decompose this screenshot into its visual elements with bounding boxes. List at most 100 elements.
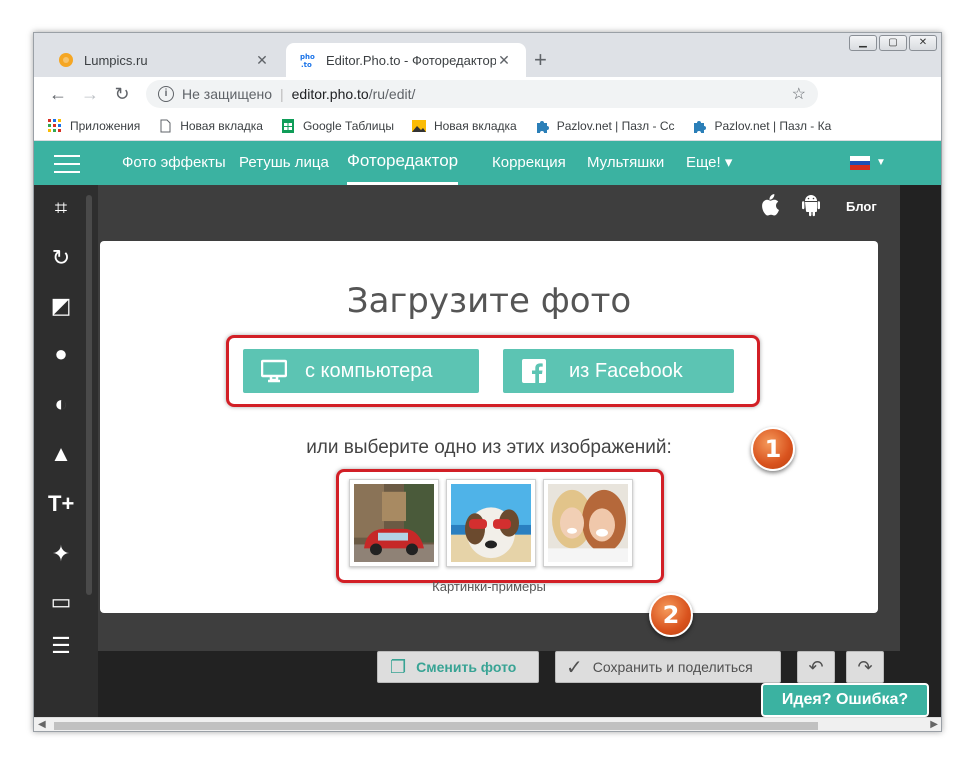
upload-from-facebook-label: из Facebook — [569, 359, 683, 382]
contrast-icon[interactable]: ◐ — [48, 391, 74, 417]
redo-icon[interactable]: ↷ — [846, 651, 884, 683]
photos-icon: ❐ — [390, 656, 407, 677]
two-women-photo — [548, 484, 628, 562]
security-label: Не защищено — [182, 86, 272, 102]
chevron-down-icon[interactable]: ▼ — [876, 141, 886, 185]
exposure-icon[interactable]: ◩ — [48, 293, 74, 319]
bookmark-google-sheets[interactable]: Google Таблицы — [281, 118, 394, 133]
hamburger-menu-icon[interactable] — [54, 155, 80, 173]
bookmark-pazlov-2[interactable]: Pazlov.net | Пазл - Ка — [692, 119, 831, 133]
tab-title: Lumpics.ru — [84, 52, 148, 68]
samples-caption: Картинки-примеры — [432, 579, 546, 594]
crop-icon[interactable]: ⌗ — [48, 195, 74, 221]
sample-photo-women[interactable] — [543, 479, 633, 567]
close-tab-icon[interactable]: ✕ — [496, 52, 512, 69]
scroll-left-icon[interactable]: ◀ — [38, 719, 46, 730]
red-car-photo — [354, 484, 434, 562]
upload-from-facebook-button[interactable]: из Facebook — [503, 349, 734, 393]
frame-icon[interactable]: ▭ — [48, 589, 74, 615]
bookmark-label: Приложения — [70, 118, 141, 133]
change-photo-button[interactable]: ❐ Сменить фото — [377, 651, 539, 683]
apps-grid-icon — [48, 118, 61, 132]
apple-icon[interactable] — [758, 193, 780, 223]
undo-icon[interactable]: ↶ — [797, 651, 835, 683]
nav-more[interactable]: Еще! ▾ — [686, 141, 732, 185]
change-photo-label: Сменить фото — [416, 659, 517, 675]
step-badge-1: 1 — [751, 427, 795, 471]
site-top-nav: Фото эффекты Ретушь лица Фоторедактор Ко… — [34, 141, 941, 185]
upload-title: Загрузите фото — [346, 281, 632, 321]
russian-flag-icon[interactable] — [850, 156, 870, 170]
bookmark-label: Новая вкладка — [433, 118, 517, 133]
texture-icon[interactable]: ☰ — [48, 633, 74, 659]
sample-photo-dog[interactable] — [446, 479, 536, 567]
url-host: editor.pho.to — [291, 86, 369, 102]
new-tab-button[interactable]: + — [534, 47, 547, 73]
upload-dialog: Загрузите фото с компьютера из Facebook … — [100, 241, 878, 613]
svg-text:pho: pho — [300, 53, 315, 61]
save-share-button[interactable]: ✓ Сохранить и поделиться — [555, 651, 781, 683]
page-viewport: Фото эффекты Ретушь лица Фоторедактор Ко… — [34, 141, 941, 717]
sidebar-scrollbar[interactable] — [86, 195, 92, 595]
bookmark-label: Pazlov.net | Пазл - Ка — [714, 118, 832, 133]
nav-face-retouch[interactable]: Ретушь лица — [239, 141, 329, 185]
puzzle-icon — [694, 120, 707, 133]
tab-title: Editor.Pho.to - Фоторедактор он — [326, 52, 496, 68]
magic-wand-icon[interactable]: ✦ — [48, 541, 74, 567]
back-icon[interactable]: ← — [42, 84, 74, 105]
info-icon[interactable]: i — [158, 86, 174, 102]
bookmark-apps[interactable]: Приложения — [48, 118, 141, 133]
bookmark-new-tab-2[interactable]: Новая вкладка — [411, 118, 517, 133]
image-icon — [411, 119, 426, 132]
url-text[interactable]: editor.pho.to/ru/edit/ — [292, 86, 416, 102]
step-badge-2: 2 — [649, 593, 693, 637]
nav-photo-editor[interactable]: Фоторедактор — [347, 141, 459, 185]
url-path: /ru/edit/ — [368, 86, 416, 102]
minimize-button[interactable]: ▁ — [849, 35, 877, 51]
bookmark-label: Новая вкладка — [180, 118, 263, 133]
checkmark-icon: ✓ — [566, 656, 583, 679]
bookmark-new-tab[interactable]: Новая вкладка — [158, 119, 263, 133]
save-share-label: Сохранить и поделиться — [592, 659, 753, 675]
android-icon[interactable] — [800, 193, 822, 223]
bookmark-label: Pazlov.net | Пазл - Сс — [556, 118, 675, 133]
browser-window: Lumpics.ru ✕ pho .to Editor.Pho.to - Фото… — [33, 32, 942, 732]
page-icon — [160, 119, 171, 132]
hat-mustache-icon[interactable]: ▲ — [48, 441, 74, 467]
close-window-button[interactable]: ✕ — [909, 35, 937, 51]
nav-correction[interactable]: Коррекция — [492, 141, 566, 185]
tab-lumpics[interactable]: Lumpics.ru ✕ — [44, 43, 284, 77]
right-panel — [900, 185, 941, 717]
upload-from-computer-label: с компьютера — [305, 359, 433, 382]
forward-icon[interactable]: → — [74, 84, 106, 105]
maximize-button[interactable]: ▢ — [879, 35, 907, 51]
feedback-button[interactable]: Идея? Ошибка? — [761, 683, 929, 717]
close-tab-icon[interactable]: ✕ — [254, 52, 270, 69]
bookmark-star-icon[interactable]: ☆ — [792, 84, 806, 104]
browser-toolbar: ← → ↻ i Не защищено | editor.pho.to/ru/e… — [34, 77, 941, 147]
reload-icon[interactable]: ↻ — [106, 84, 138, 105]
add-text-icon[interactable]: T+ — [48, 491, 74, 517]
scrollbar-thumb[interactable] — [54, 722, 818, 730]
bookmark-pazlov-1[interactable]: Pazlov.net | Пазл - Сс — [535, 118, 675, 133]
nav-photo-effects[interactable]: Фото эффекты — [122, 141, 226, 185]
tools-sidebar: ⌗ ↻ ◩ ● ◐ ▲ T+ ✦ ▭ ☰ — [34, 185, 98, 717]
orange-circle-icon — [59, 53, 73, 67]
divider: | — [280, 86, 284, 102]
tab-strip: Lumpics.ru ✕ pho .to Editor.Pho.to - Фото… — [34, 33, 941, 77]
window-controls: ▁ ▢ ✕ — [849, 35, 937, 51]
bookmark-label: Google Таблицы — [302, 118, 394, 133]
facebook-icon — [522, 359, 546, 384]
scroll-right-icon[interactable]: ▶ — [930, 719, 938, 730]
upload-from-computer-button[interactable]: с компьютера — [243, 349, 479, 393]
nav-cartoons[interactable]: Мультяшки — [587, 141, 664, 185]
blog-link[interactable]: Блог — [846, 199, 877, 214]
horizontal-scrollbar[interactable]: ◀ ▶ — [34, 717, 941, 731]
puzzle-icon — [536, 120, 549, 133]
sheets-icon — [281, 118, 294, 133]
sample-photo-car[interactable] — [349, 479, 439, 567]
tab-editor[interactable]: pho.to Editor.Pho.to - Фоторедактор он ✕ — [286, 43, 526, 77]
color-drop-icon[interactable]: ● — [48, 341, 74, 367]
rotate-icon[interactable]: ↻ — [48, 245, 74, 271]
address-bar[interactable]: i Не защищено | editor.pho.to/ru/edit/ ☆ — [146, 80, 818, 108]
